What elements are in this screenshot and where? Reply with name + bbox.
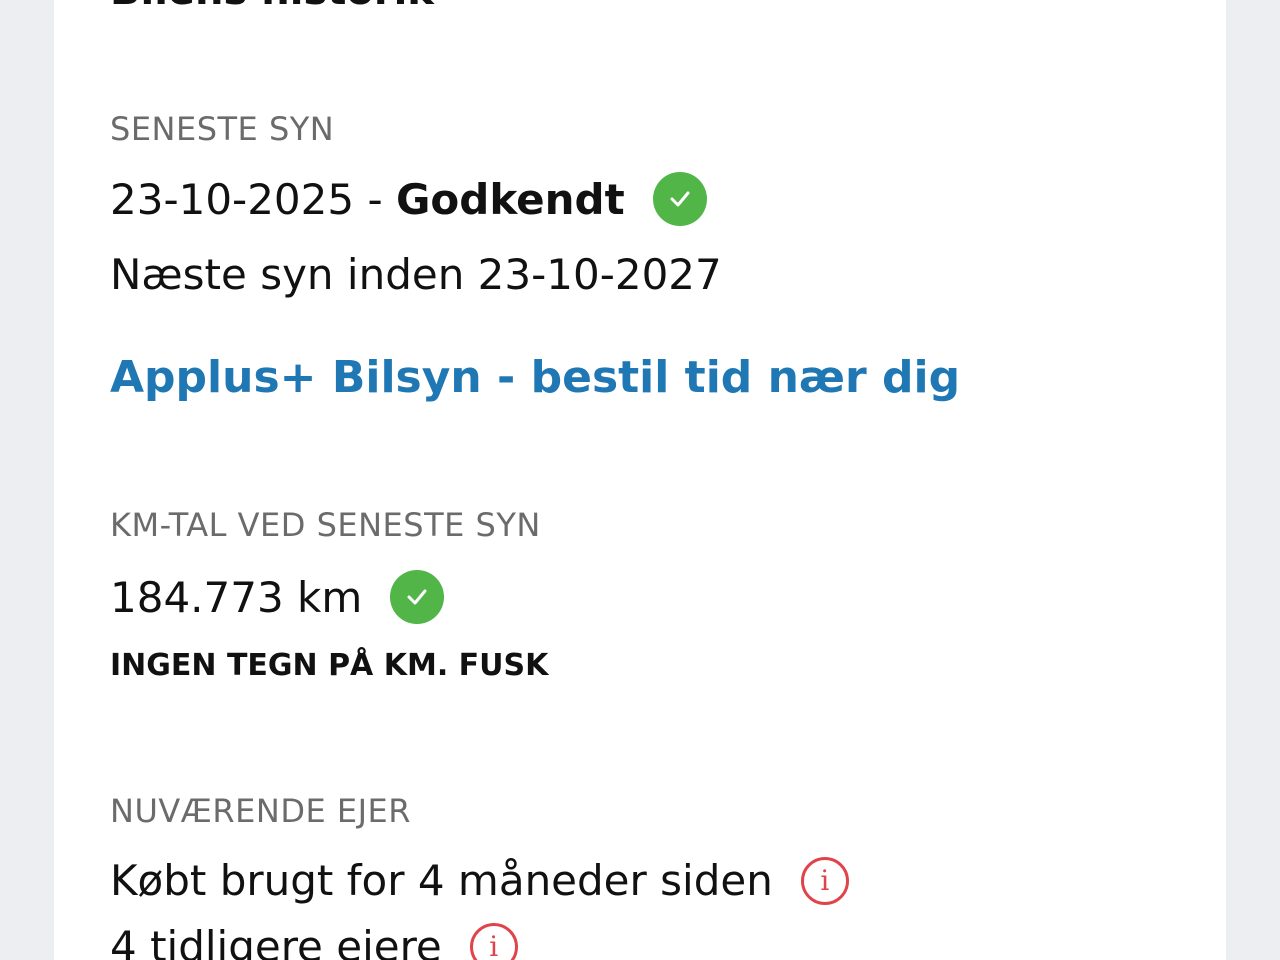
owner-label: NUVÆRENDE EJER	[110, 792, 411, 830]
inspection-label: SENESTE SYN	[110, 110, 335, 148]
next-inspection: Næste syn inden 23-10-2027	[110, 250, 722, 299]
owner-bought-text: Købt brugt for 4 måneder siden	[110, 856, 773, 905]
mileage-value: 184.773 km	[110, 572, 363, 622]
owner-previous: 4 tidligere ejere i	[110, 922, 518, 960]
book-inspection-link[interactable]: Applus+ Bilsyn - bestil tid nær dig	[110, 352, 960, 403]
info-circle-icon[interactable]: i	[800, 856, 849, 905]
check-circle-icon	[390, 570, 445, 624]
inspection-result: 23-10-2025 - Godkendt	[110, 172, 707, 226]
mileage-result: 184.773 km	[110, 570, 445, 624]
card-title: Bilens historik	[110, 0, 434, 14]
owner-previous-text: 4 tidligere ejere	[110, 922, 442, 960]
inspection-separator: -	[354, 174, 396, 224]
check-circle-icon	[652, 172, 707, 226]
inspection-date: 23-10-2025	[110, 174, 355, 224]
inspection-status: Godkendt	[395, 174, 625, 224]
mileage-label: KM-TAL VED SENESTE SYN	[110, 506, 541, 544]
info-circle-icon[interactable]: i	[469, 922, 518, 960]
vehicle-details-card: Bilens historik SENESTE SYN 23-10-2025 -…	[54, 0, 1226, 960]
owner-bought: Købt brugt for 4 måneder siden i	[110, 856, 849, 905]
mileage-fraud-note: INGEN TEGN PÅ KM. FUSK	[110, 648, 549, 683]
